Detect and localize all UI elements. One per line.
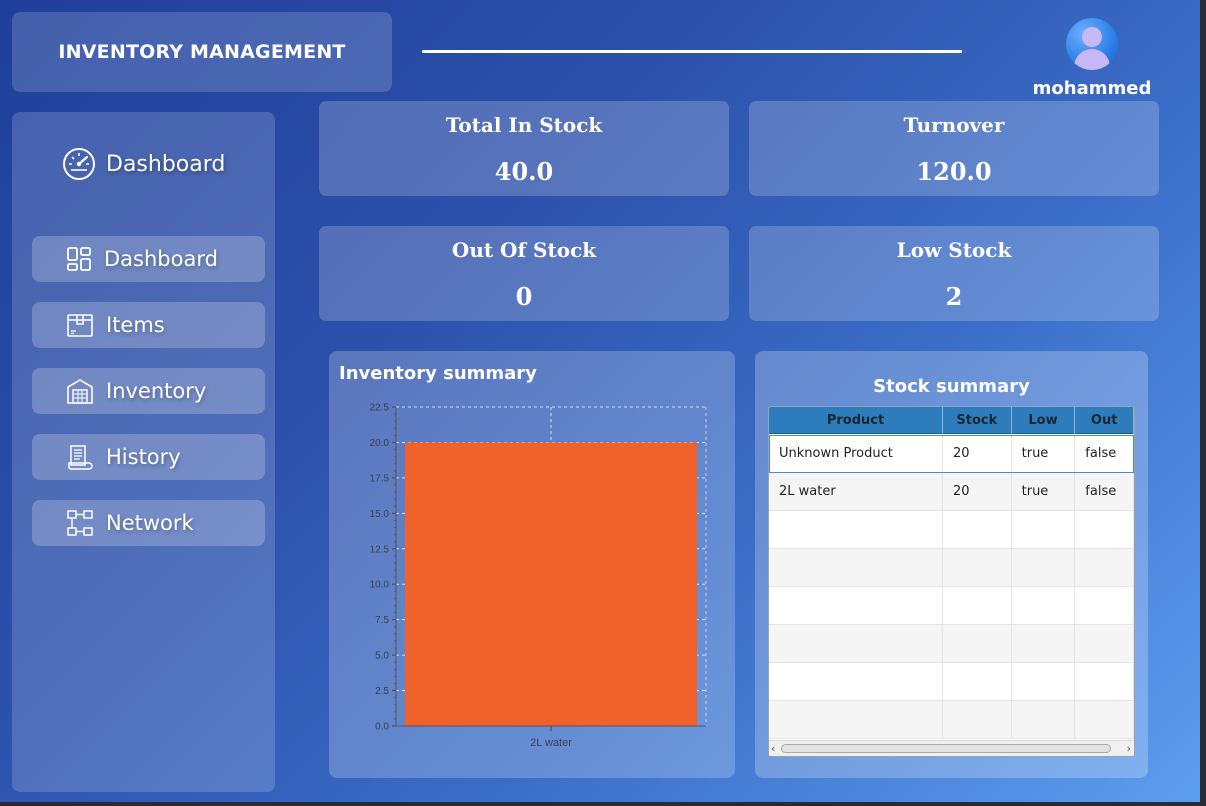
empty-row: [769, 511, 1134, 549]
speedometer-icon: [63, 148, 95, 180]
sidebar-item-items[interactable]: Items: [32, 302, 265, 348]
app-title-box: INVENTORY MANAGEMENT: [12, 12, 392, 92]
sidebar-item-label: Dashboard: [104, 247, 218, 271]
card-value: 120.0: [916, 157, 992, 186]
sidebar-item-label: Network: [106, 511, 194, 535]
warehouse-icon: [67, 379, 93, 404]
empty-row: [769, 701, 1134, 739]
sidebar-item-network[interactable]: Network: [32, 500, 265, 546]
sidebar-item-label: Inventory: [106, 379, 207, 403]
card-value: 2: [945, 282, 963, 311]
column-header-stock[interactable]: Stock: [943, 407, 1012, 434]
y-tick-label: 5.0: [375, 651, 389, 662]
card-total-in-stock: Total In Stock 40.0: [319, 101, 729, 196]
stock-table[interactable]: Product Stock Low Out Unknown Product 20…: [768, 406, 1135, 757]
sidebar-item-label: Items: [106, 313, 165, 337]
empty-row: [769, 625, 1134, 663]
header-divider: [422, 50, 962, 53]
app-title: INVENTORY MANAGEMENT: [58, 41, 346, 63]
username-label: mohammed: [1032, 78, 1152, 99]
y-tick-label: 10.0: [370, 580, 390, 591]
card-turnover: Turnover 120.0: [749, 101, 1159, 196]
cell-low: true: [1012, 473, 1076, 511]
horizontal-scrollbar[interactable]: ‹ ›: [769, 740, 1134, 756]
empty-row: [769, 549, 1134, 587]
scrollbar-thumb[interactable]: [781, 744, 1111, 753]
window-edge: [1200, 0, 1206, 806]
card-value: 40.0: [494, 157, 554, 186]
sidebar-item-label: History: [106, 445, 181, 469]
stock-summary-panel: Stock summary Product Stock Low Out Unkn…: [755, 351, 1148, 778]
sidebar-item-history[interactable]: History: [32, 434, 265, 480]
card-label: Out Of Stock: [451, 238, 597, 262]
y-tick-label: 17.5: [370, 473, 390, 484]
x-tick-label: 2L water: [530, 737, 572, 749]
table-body: Unknown Product 20 true false 2L water 2…: [769, 435, 1134, 739]
table-row[interactable]: Unknown Product 20 true false: [769, 435, 1134, 473]
empty-row: [769, 663, 1134, 701]
y-tick-label: 7.5: [375, 615, 389, 626]
bar: [405, 442, 697, 726]
sidebar: Dashboard Dashboard Items Inventory Hist…: [12, 112, 275, 792]
y-tick-label: 20.0: [370, 438, 390, 449]
cell-low: true: [1012, 435, 1076, 473]
card-label: Low Stock: [896, 238, 1012, 262]
window-edge: [0, 802, 1206, 806]
table-title: Stock summary: [873, 376, 1030, 397]
sidebar-item-inventory[interactable]: Inventory: [32, 368, 265, 414]
scroll-right-icon[interactable]: ›: [1127, 742, 1131, 755]
inventory-bar-chart: 0.0 2.5 5.0 7.5 10.0 12.5 15.0 17.5 20.0 22.5 2L w…: [370, 403, 707, 749]
card-low-stock: Low Stock 2: [749, 226, 1159, 321]
box-icon: [67, 314, 93, 337]
cell-out: false: [1075, 473, 1134, 511]
user-avatar-icon[interactable]: [1066, 18, 1118, 70]
sidebar-heading-label: Dashboard: [106, 151, 226, 177]
receipt-icon: [68, 445, 93, 470]
y-tick-label: 22.5: [370, 403, 390, 414]
card-value: 0: [515, 282, 533, 311]
cell-stock: 20: [943, 473, 1012, 511]
cell-stock: 20: [943, 435, 1012, 473]
table-header: Product Stock Low Out: [769, 407, 1134, 434]
network-icon: [67, 510, 93, 536]
card-out-of-stock: Out Of Stock 0: [319, 226, 729, 321]
card-label: Total In Stock: [445, 113, 603, 137]
scroll-left-icon[interactable]: ‹: [771, 742, 775, 755]
cell-product: Unknown Product: [769, 435, 943, 473]
y-tick-label: 0.0: [375, 722, 389, 733]
avatar-head: [1082, 27, 1102, 47]
cell-product: 2L water: [769, 473, 943, 511]
table-row[interactable]: 2L water 20 true false: [769, 473, 1134, 511]
card-label: Turnover: [903, 113, 1005, 137]
y-tick-label: 15.0: [370, 509, 390, 520]
y-tick-label: 2.5: [375, 686, 389, 697]
avatar-body: [1074, 49, 1110, 70]
sidebar-heading: Dashboard: [62, 146, 225, 182]
column-header-product[interactable]: Product: [769, 407, 944, 434]
column-header-out[interactable]: Out: [1075, 407, 1134, 434]
grid-icon: [67, 247, 91, 271]
column-header-low[interactable]: Low: [1012, 407, 1076, 434]
sidebar-item-dashboard[interactable]: Dashboard: [32, 236, 265, 282]
cell-out: false: [1075, 435, 1134, 473]
empty-row: [769, 587, 1134, 625]
app-window: INVENTORY MANAGEMENT mohammed Dashboard: [0, 0, 1200, 802]
y-tick-label: 12.5: [370, 544, 390, 555]
inventory-summary-panel: Inventory summary 0.0 2.5 5.0 7.5 10.0 12.5 15…: [329, 351, 735, 778]
